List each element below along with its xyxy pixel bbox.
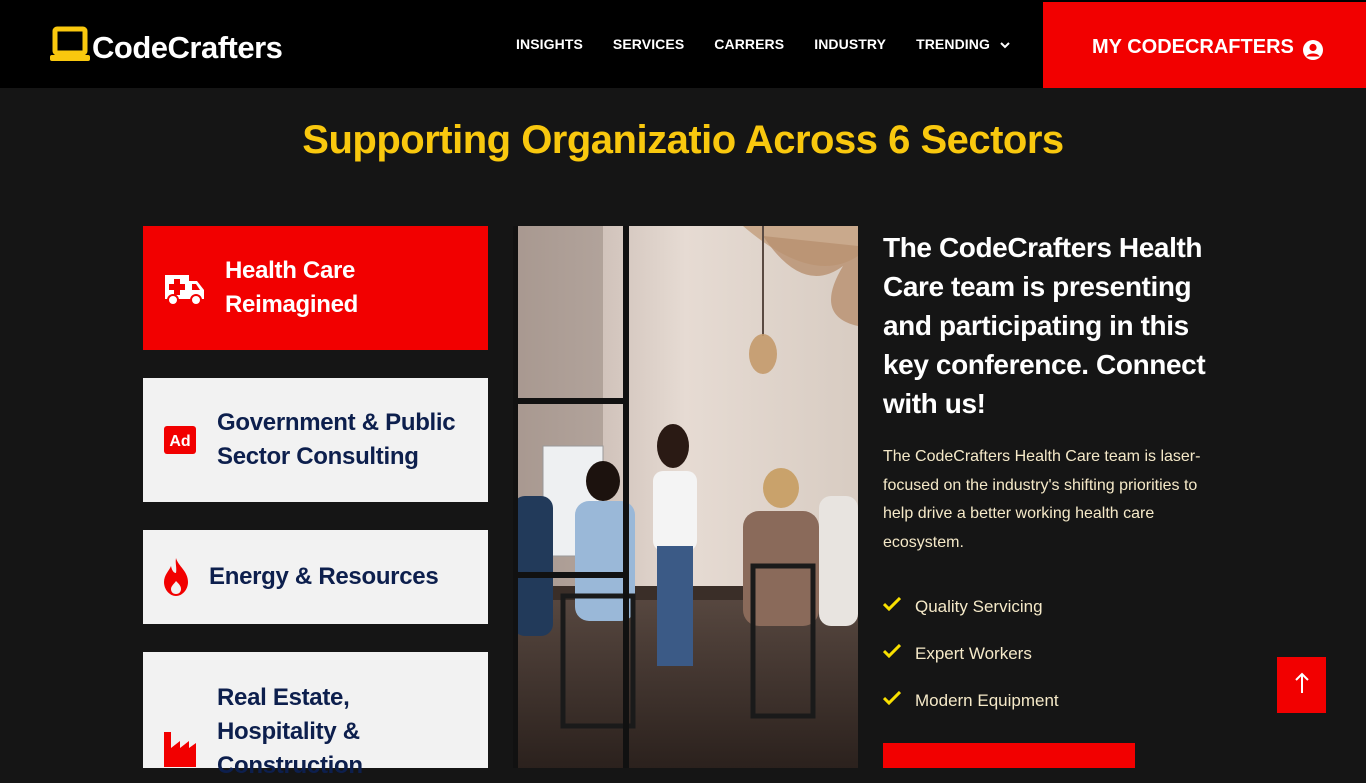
- feature-item: Expert Workers: [882, 630, 1059, 677]
- ambulance-icon: [143, 269, 225, 307]
- sector-real-estate[interactable]: Real Estate, Hospitality & Construction: [143, 652, 488, 779]
- sector-real-estate-label: Real Estate, Hospitality & Construction: [217, 652, 363, 783]
- feature-label: Expert Workers: [915, 643, 1032, 663]
- nav-insights[interactable]: INSIGHTS: [516, 36, 583, 52]
- feature-label: Modern Equipment: [915, 690, 1059, 710]
- nav-services[interactable]: SERVICES: [613, 36, 684, 52]
- feature-list: Quality Servicing Expert Workers Modern …: [882, 583, 1059, 724]
- sector-government[interactable]: Ad Government & Public Sector Consulting: [143, 378, 488, 502]
- sector-health-care[interactable]: Health Care Reimagined: [143, 226, 488, 350]
- main-menu: INSIGHTS SERVICES CARRERS INDUSTRY TREND…: [516, 36, 1040, 52]
- my-codecrafters-label: MY CODECRAFTERS: [1092, 36, 1294, 58]
- user-circle-icon: [1302, 39, 1324, 66]
- chevron-down-icon: [1000, 36, 1010, 52]
- check-icon: [882, 690, 915, 710]
- sector-real-estate-line3: Construction: [217, 752, 363, 779]
- factory-icon: [143, 652, 217, 768]
- sector-government-line1: Government & Public: [217, 409, 456, 436]
- nav-trending[interactable]: TRENDING: [916, 36, 1010, 52]
- nav-carrers[interactable]: CARRERS: [714, 36, 784, 52]
- section-title: Supporting Organizatio Across 6 Sectors: [302, 118, 1064, 162]
- sector-energy-label: Energy & Resources: [209, 563, 439, 590]
- flame-icon: [143, 557, 209, 597]
- top-navbar: CodeCrafters INSIGHTS SERVICES CARRERS I…: [0, 0, 1366, 88]
- detail-description: The CodeCrafters Health Care team is las…: [883, 448, 1201, 551]
- sector-energy[interactable]: Energy & Resources: [143, 530, 488, 624]
- scroll-to-top-button[interactable]: [1277, 657, 1326, 713]
- sector-real-estate-line1: Real Estate,: [217, 684, 350, 711]
- sector-health-care-label: Health Care Reimagined: [225, 254, 358, 322]
- sector-government-line2: Sector Consulting: [217, 443, 419, 470]
- sector-health-care-line1: Health Care: [225, 257, 356, 284]
- meeting-photo: [513, 226, 858, 768]
- sector-government-label: Government & Public Sector Consulting: [217, 406, 456, 474]
- sector-health-care-line2: Reimagined: [225, 291, 359, 318]
- arrow-up-icon: [1294, 672, 1309, 699]
- check-icon: [882, 596, 915, 616]
- sector-real-estate-line2: Hospitality &: [217, 718, 360, 745]
- brand-name: CodeCrafters: [92, 29, 283, 65]
- ad-icon: Ad: [143, 425, 217, 455]
- feature-item: Modern Equipment: [882, 677, 1059, 724]
- nav-trending-label: TRENDING: [916, 36, 990, 52]
- detail-title: The CodeCrafters Health Care team is pre…: [883, 232, 1206, 419]
- brand-logo[interactable]: CodeCrafters: [50, 26, 283, 69]
- feature-item: Quality Servicing: [882, 583, 1059, 630]
- check-icon: [882, 643, 915, 663]
- svg-text:Ad: Ad: [169, 433, 190, 450]
- laptop-icon: [50, 26, 90, 69]
- feature-label: Quality Servicing: [915, 596, 1043, 616]
- detail-action-button[interactable]: [883, 743, 1135, 768]
- my-codecrafters-button[interactable]: MY CODECRAFTERS: [1043, 2, 1366, 88]
- nav-industry[interactable]: INDUSTRY: [814, 36, 886, 52]
